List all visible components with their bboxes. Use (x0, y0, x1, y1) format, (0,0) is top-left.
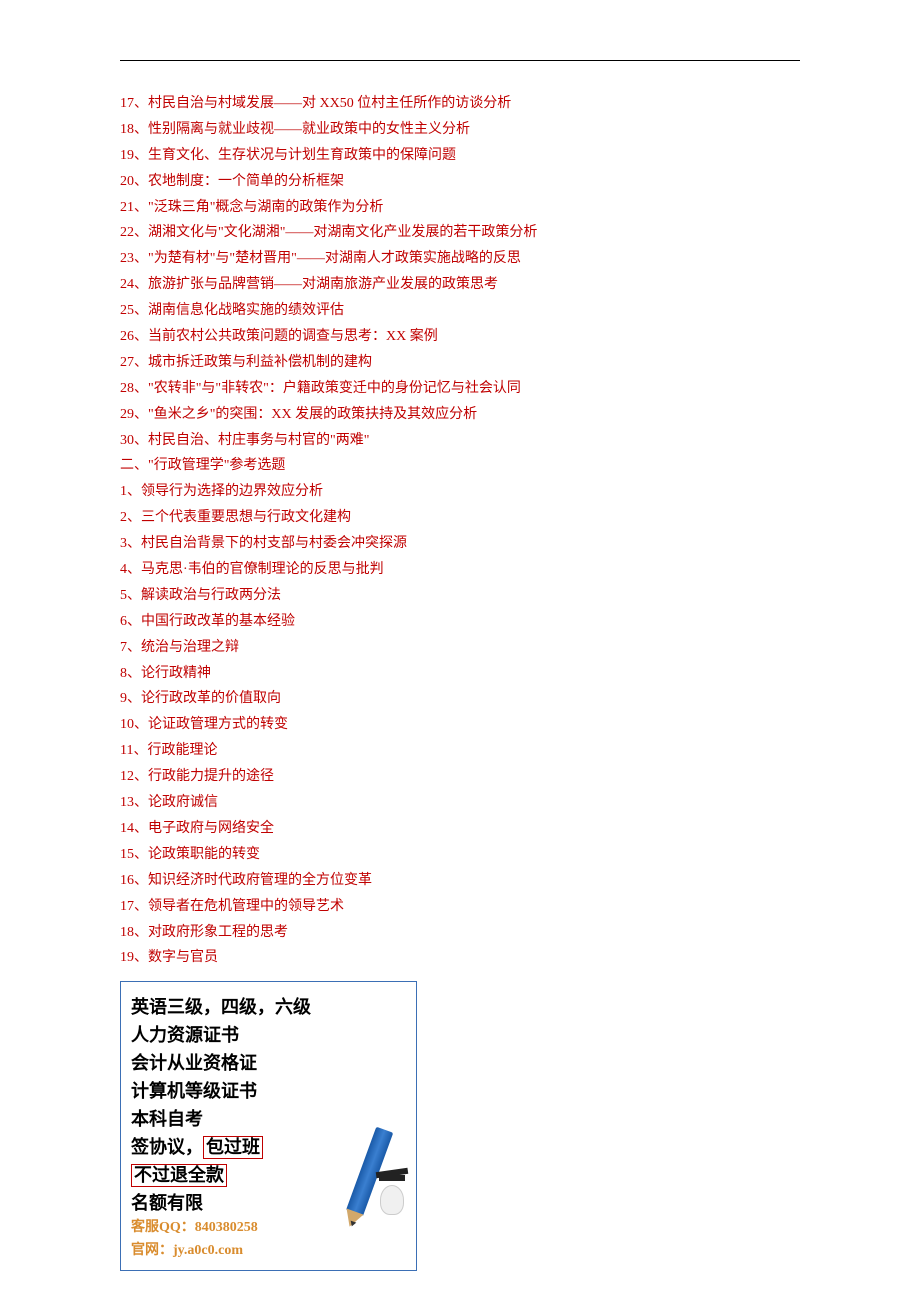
ad-text-part: 签协议， (131, 1137, 203, 1157)
ad-website: 官网：jy.a0c0.com (131, 1240, 406, 1262)
list-item: 21、"泛珠三角"概念与湖南的政策作为分析 (120, 195, 800, 221)
section-heading: 二、"行政管理学"参考选题 (120, 453, 800, 479)
ad-highlight-box: 包过班 (203, 1136, 263, 1160)
list-item: 9、论行政改革的价值取向 (120, 686, 800, 712)
list-item: 2、三个代表重要思想与行政文化建构 (120, 505, 800, 531)
list-item: 22、湖湘文化与"文化湖湘"——对湖南文化产业发展的若干政策分析 (120, 220, 800, 246)
list-item: 5、解读政治与行政两分法 (120, 583, 800, 609)
list-item: 24、旅游扩张与品牌营销——对湖南旅游产业发展的政策思考 (120, 272, 800, 298)
list-item: 23、"为楚有材"与"楚材晋用"——对湖南人才政策实施战略的反思 (120, 246, 800, 272)
list-item: 19、生育文化、生存状况与计划生育政策中的保障问题 (120, 143, 800, 169)
ad-highlight-box: 不过退全款 (131, 1164, 227, 1188)
list-item: 3、村民自治背景下的村支部与村委会冲突探源 (120, 531, 800, 557)
list-item: 17、村民自治与村域发展——对 XX50 位村主任所作的访谈分析 (120, 91, 800, 117)
advertisement-box: 英语三级，四级，六级 人力资源证书 会计从业资格证 计算机等级证书 本科自考 签… (120, 981, 417, 1271)
list-item: 14、电子政府与网络安全 (120, 816, 800, 842)
ad-qq-value: 840380258 (195, 1220, 258, 1235)
graduation-cap-icon (379, 1175, 405, 1181)
list-item: 10、论证政管理方式的转变 (120, 712, 800, 738)
list-item: 19、数字与官员 (120, 945, 800, 971)
list-item: 20、农地制度：一个简单的分析框架 (120, 169, 800, 195)
ad-qq-label: 客服QQ： (131, 1220, 195, 1235)
list-item: 11、行政能理论 (120, 738, 800, 764)
ad-text: 本科自考 (131, 1106, 406, 1134)
list-item: 28、"农转非"与"非转农"：户籍政策变迁中的身份记忆与社会认同 (120, 376, 800, 402)
list-item: 18、性别隔离与就业歧视——就业政策中的女性主义分析 (120, 117, 800, 143)
ad-site-value: jy.a0c0.com (173, 1243, 243, 1258)
ad-text: 人力资源证书 (131, 1022, 406, 1050)
ad-text: 英语三级，四级，六级 (131, 994, 406, 1022)
header-rule (120, 60, 800, 61)
list-item: 17、领导者在危机管理中的领导艺术 (120, 894, 800, 920)
list-item: 26、当前农村公共政策问题的调查与思考：XX 案例 (120, 324, 800, 350)
list-item: 4、马克思·韦伯的官僚制理论的反思与批判 (120, 557, 800, 583)
list-item: 30、村民自治、村庄事务与村官的"两难" (120, 428, 800, 454)
list-item: 25、湖南信息化战略实施的绩效评估 (120, 298, 800, 324)
topic-list: 17、村民自治与村域发展——对 XX50 位村主任所作的访谈分析 18、性别隔离… (120, 91, 800, 971)
list-item: 15、论政策职能的转变 (120, 842, 800, 868)
list-item: 13、论政府诚信 (120, 790, 800, 816)
list-item: 18、对政府形象工程的思考 (120, 920, 800, 946)
list-item: 12、行政能力提升的途径 (120, 764, 800, 790)
ad-site-label: 官网： (131, 1243, 173, 1258)
list-item: 8、论行政精神 (120, 661, 800, 687)
ad-text: 会计从业资格证 (131, 1050, 406, 1078)
list-item: 6、中国行政改革的基本经验 (120, 609, 800, 635)
list-item: 27、城市拆迁政策与利益补偿机制的建构 (120, 350, 800, 376)
document-page: 17、村民自治与村域发展——对 XX50 位村主任所作的访谈分析 18、性别隔离… (0, 0, 920, 1311)
list-item: 16、知识经济时代政府管理的全方位变革 (120, 868, 800, 894)
list-item: 7、统治与治理之辩 (120, 635, 800, 661)
list-item: 1、领导行为选择的边界效应分析 (120, 479, 800, 505)
ad-text: 计算机等级证书 (131, 1078, 406, 1106)
mascot-icon (372, 1175, 412, 1230)
list-item: 29、"鱼米之乡"的突围：XX 发展的政策扶持及其效应分析 (120, 402, 800, 428)
